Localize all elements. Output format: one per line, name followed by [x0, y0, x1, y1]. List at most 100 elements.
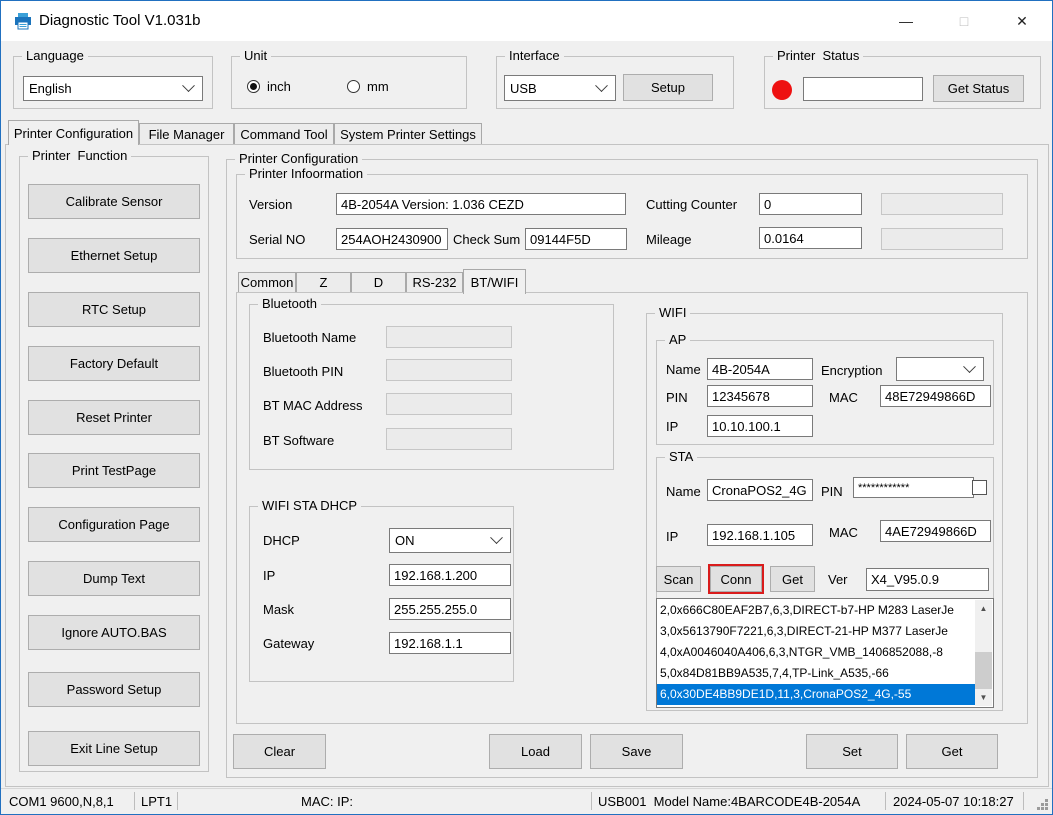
- check-sum-label: Check Sum: [453, 232, 520, 247]
- chevron-down-icon: [595, 79, 608, 92]
- chevron-down-icon: [490, 531, 503, 544]
- mileage-label: Mileage: [646, 232, 692, 247]
- ap-name-field[interactable]: [707, 358, 813, 380]
- tab-common[interactable]: Common: [238, 272, 296, 293]
- check-sum-field[interactable]: [525, 228, 627, 250]
- get-button[interactable]: Get: [770, 566, 815, 592]
- statusbar-separator: [134, 792, 135, 810]
- ap-pin-field[interactable]: [707, 385, 813, 407]
- print-testpage-button[interactable]: Print TestPage: [28, 453, 200, 488]
- radio-unselected-icon: [347, 80, 360, 93]
- tab-rs232[interactable]: RS-232: [406, 272, 463, 293]
- save-button[interactable]: Save: [590, 734, 683, 769]
- ap-ip-label: IP: [666, 419, 678, 434]
- radio-selected-icon: [247, 80, 260, 93]
- tab-d[interactable]: D: [351, 272, 406, 293]
- tab-z[interactable]: Z: [296, 272, 351, 293]
- ap-mac-label: MAC: [829, 390, 858, 405]
- tab-system-printer-settings[interactable]: System Printer Settings: [334, 123, 482, 145]
- conn-button[interactable]: Conn: [710, 566, 762, 592]
- dhcp-select[interactable]: ON: [389, 528, 511, 553]
- scroll-down-button[interactable]: ▼: [975, 689, 992, 706]
- get-config-button[interactable]: Get: [906, 734, 998, 769]
- tab-printer-configuration[interactable]: Printer Configuration: [8, 120, 139, 145]
- setup-button[interactable]: Setup: [623, 74, 713, 101]
- encryption-select[interactable]: [896, 357, 984, 381]
- close-button[interactable]: ✕: [997, 1, 1047, 41]
- wifi-group-label: WIFI: [655, 305, 690, 321]
- scan-results-list[interactable]: 2,0x666C80EAF2B7,6,3,DIRECT-b7-HP M283 L…: [656, 598, 994, 708]
- sta-ip-field[interactable]: [707, 524, 813, 546]
- minimize-button[interactable]: —: [881, 1, 931, 41]
- sta-pin-field[interactable]: [853, 477, 974, 498]
- scan-result-item[interactable]: 2,0x666C80EAF2B7,6,3,DIRECT-b7-HP M283 L…: [657, 600, 975, 621]
- radio-mm[interactable]: mm: [347, 79, 389, 94]
- password-setup-button[interactable]: Password Setup: [28, 672, 200, 707]
- sta-mac-field[interactable]: [880, 520, 991, 542]
- dhcp-label: DHCP: [263, 533, 300, 548]
- clear-button[interactable]: Clear: [233, 734, 326, 769]
- ap-ip-field[interactable]: [707, 415, 813, 437]
- rtc-setup-button[interactable]: RTC Setup: [28, 292, 200, 327]
- ver-field[interactable]: [866, 568, 989, 591]
- cutting-counter-field[interactable]: [759, 193, 862, 215]
- exit-line-setup-button[interactable]: Exit Line Setup: [28, 731, 200, 766]
- reset-printer-button[interactable]: Reset Printer: [28, 400, 200, 435]
- ap-mac-field[interactable]: [880, 385, 991, 407]
- set-button[interactable]: Set: [806, 734, 898, 769]
- factory-default-button[interactable]: Factory Default: [28, 346, 200, 381]
- sta-pin-show-checkbox[interactable]: [972, 480, 987, 495]
- sta-dhcp-mask-field[interactable]: [389, 598, 511, 620]
- tab-command-tool[interactable]: Command Tool: [234, 123, 334, 145]
- sta-name-field[interactable]: [707, 479, 813, 501]
- sta-mac-label: MAC: [829, 525, 858, 540]
- sta-dhcp-gateway-field[interactable]: [389, 632, 511, 654]
- version-field[interactable]: [336, 193, 626, 215]
- app-window: Diagnostic Tool V1.031b — □ ✕ Language E…: [0, 0, 1053, 815]
- statusbar-separator: [885, 792, 886, 810]
- ethernet-setup-button[interactable]: Ethernet Setup: [28, 238, 200, 273]
- scrollbar[interactable]: ▲ ▼: [975, 600, 992, 706]
- dump-text-button[interactable]: Dump Text: [28, 561, 200, 596]
- titlebar: Diagnostic Tool V1.031b — □ ✕: [1, 1, 1052, 41]
- status-indicator-light: [772, 80, 792, 100]
- interface-group-label: Interface: [505, 48, 564, 64]
- sta-dhcp-mask-label: Mask: [263, 602, 294, 617]
- sta-dhcp-gateway-label: Gateway: [263, 636, 314, 651]
- mileage-field[interactable]: [759, 227, 862, 249]
- bluetooth-name-label: Bluetooth Name: [263, 330, 356, 345]
- interface-select[interactable]: USB: [504, 75, 616, 101]
- printer-status-group-label: Printer Status: [773, 48, 863, 64]
- status-lpt: LPT1: [141, 794, 172, 809]
- tab-bt-wifi[interactable]: BT/WIFI: [463, 269, 526, 294]
- printer-status-field[interactable]: [803, 77, 923, 101]
- ignore-autobas-button[interactable]: Ignore AUTO.BAS: [28, 615, 200, 650]
- calibrate-sensor-button[interactable]: Calibrate Sensor: [28, 184, 200, 219]
- configuration-page-button[interactable]: Configuration Page: [28, 507, 200, 542]
- load-button[interactable]: Load: [489, 734, 582, 769]
- language-select[interactable]: English: [23, 76, 203, 101]
- printer-configuration-group-label: Printer Configuration: [235, 151, 362, 167]
- scan-result-item[interactable]: 3,0x5613790F7221,6,3,DIRECT-21-HP M377 L…: [657, 621, 975, 642]
- tab-file-manager[interactable]: File Manager: [139, 123, 234, 145]
- get-status-button[interactable]: Get Status: [933, 75, 1024, 102]
- bt-mac-address-label: BT MAC Address: [263, 398, 362, 413]
- sta-pin-label: PIN: [821, 484, 843, 499]
- printer-information-group-label: Printer Infoormation: [245, 166, 367, 182]
- scroll-up-button[interactable]: ▲: [975, 600, 992, 617]
- wifi-ap-group-label: AP: [665, 332, 690, 348]
- interface-selected-value: USB: [505, 81, 597, 96]
- scan-button[interactable]: Scan: [656, 566, 701, 592]
- scan-result-item[interactable]: 5,0x84D81BB9A535,7,4,TP-Link_A535,-66: [657, 663, 975, 684]
- maximize-button[interactable]: □: [939, 1, 989, 41]
- resize-grip[interactable]: [1045, 807, 1048, 810]
- status-datetime: 2024-05-07 10:18:27: [893, 794, 1014, 809]
- serial-no-field[interactable]: [336, 228, 448, 250]
- scan-result-item[interactable]: 4,0xA0046040A406,6,3,NTGR_VMB_1406852088…: [657, 642, 975, 663]
- statusbar-separator: [177, 792, 178, 810]
- scroll-thumb[interactable]: [975, 652, 992, 690]
- cutting-counter-extra-field: [881, 193, 1003, 215]
- scan-result-item-selected[interactable]: 6,0x30DE4BB9DE1D,11,3,CronaPOS2_4G,-55: [657, 684, 975, 705]
- radio-inch[interactable]: inch: [247, 79, 291, 94]
- sta-dhcp-ip-field[interactable]: [389, 564, 511, 586]
